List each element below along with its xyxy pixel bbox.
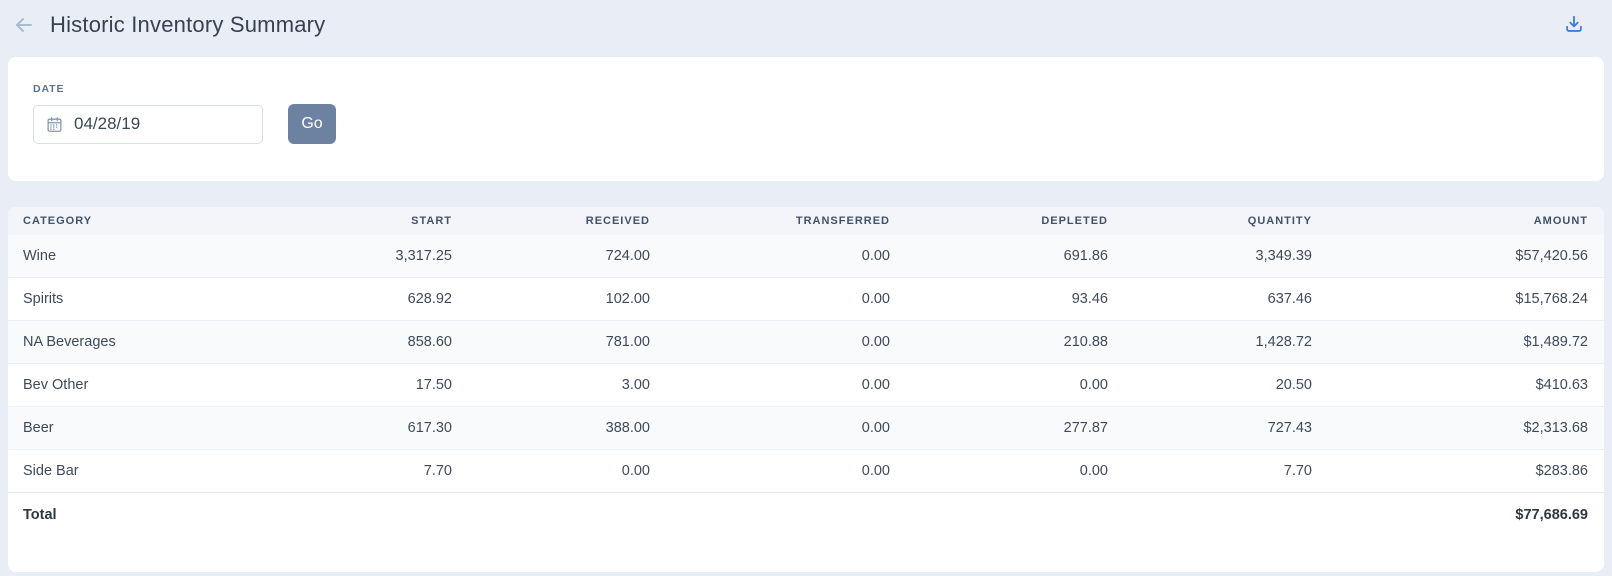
cell-amount: $15,768.24 bbox=[1312, 277, 1604, 321]
cell-start: 7.70 bbox=[258, 449, 452, 493]
cell-quantity: 727.43 bbox=[1108, 406, 1312, 450]
cell-depleted: 93.46 bbox=[890, 277, 1108, 321]
column-header-amount: AMOUNT bbox=[1312, 207, 1604, 235]
date-label: DATE bbox=[33, 83, 65, 95]
column-header-start: START bbox=[258, 207, 452, 235]
cell-depleted: 0.00 bbox=[890, 449, 1108, 493]
column-header-category: CATEGORY bbox=[8, 207, 258, 235]
cell-amount: $1,489.72 bbox=[1312, 320, 1604, 364]
cell-received: 388.00 bbox=[452, 406, 650, 450]
cell-transferred: 0.00 bbox=[650, 449, 890, 493]
cell-start: 858.60 bbox=[258, 320, 452, 364]
table-row-bev-other: Bev Other 17.50 3.00 0.00 0.00 20.50 $41… bbox=[8, 363, 1604, 407]
cell-category: NA Beverages bbox=[8, 320, 258, 364]
cell-amount: $57,420.56 bbox=[1515, 248, 1588, 264]
date-filter-card: DATE 04/28/19 Go bbox=[8, 57, 1604, 181]
cell-start: 628.92 bbox=[258, 277, 452, 321]
table-row-na-beverages: NA Beverages 858.60 781.00 0.00 210.88 1… bbox=[8, 320, 1604, 364]
cell-start: 617.30 bbox=[258, 406, 452, 450]
cell-quantity: 3,349.39 bbox=[1255, 248, 1312, 264]
total-label: Total bbox=[8, 492, 258, 537]
cell-received: 724.00 bbox=[605, 248, 650, 264]
inventory-table: CATEGORY START RECEIVED TRANSFERRED DEPL… bbox=[8, 207, 1604, 537]
table-row-wine: Wine 3,317.25 724.00 0.00 691.86 3,349.3… bbox=[8, 235, 1604, 278]
cell-start: 17.50 bbox=[258, 363, 452, 407]
table-row-side-bar: Side Bar 7.70 0.00 0.00 0.00 7.70 $283.8… bbox=[8, 449, 1604, 493]
table-total-row: Total $77,686.69 bbox=[8, 492, 1604, 537]
table-header-row: CATEGORY START RECEIVED TRANSFERRED DEPL… bbox=[8, 207, 1604, 235]
cell-depleted: 210.88 bbox=[890, 320, 1108, 364]
column-header-quantity: QUANTITY bbox=[1108, 207, 1312, 235]
cell-category: Bev Other bbox=[8, 363, 258, 407]
cell-received: 0.00 bbox=[452, 449, 650, 493]
cell-amount: $410.63 bbox=[1312, 363, 1604, 407]
table-row-spirits: Spirits 628.92 102.00 0.00 93.46 637.46 … bbox=[8, 277, 1604, 321]
cell-category: Wine bbox=[23, 248, 57, 264]
cell-depleted: 277.87 bbox=[890, 406, 1108, 450]
cell-transferred: 0.00 bbox=[650, 320, 890, 364]
column-header-depleted: DEPLETED bbox=[890, 207, 1108, 235]
cell-received: 781.00 bbox=[452, 320, 650, 364]
calendar-icon bbox=[46, 116, 63, 133]
cell-transferred: 0.00 bbox=[650, 277, 890, 321]
inventory-summary-card: CATEGORY START RECEIVED TRANSFERRED DEPL… bbox=[8, 207, 1604, 572]
cell-amount: $2,313.68 bbox=[1312, 406, 1604, 450]
back-arrow-icon bbox=[12, 13, 36, 37]
cell-depleted: 691.86 bbox=[1063, 248, 1108, 264]
back-button[interactable] bbox=[10, 11, 38, 39]
cell-start: 3,317.25 bbox=[395, 248, 452, 264]
cell-quantity: 1,428.72 bbox=[1108, 320, 1312, 364]
cell-received: 102.00 bbox=[452, 277, 650, 321]
column-header-received: RECEIVED bbox=[452, 207, 650, 235]
cell-category: Spirits bbox=[8, 277, 258, 321]
cell-quantity: 637.46 bbox=[1108, 277, 1312, 321]
cell-depleted: 0.00 bbox=[890, 363, 1108, 407]
cell-quantity: 20.50 bbox=[1108, 363, 1312, 407]
cell-transferred: 0.00 bbox=[650, 363, 890, 407]
column-header-transferred: TRANSFERRED bbox=[650, 207, 890, 235]
date-value: 04/28/19 bbox=[74, 114, 141, 133]
cell-transferred: 0.00 bbox=[861, 248, 890, 264]
download-button[interactable] bbox=[1560, 11, 1588, 39]
cell-received: 3.00 bbox=[452, 363, 650, 407]
table-row-beer: Beer 617.30 388.00 0.00 277.87 727.43 $2… bbox=[8, 406, 1604, 450]
cell-transferred: 0.00 bbox=[650, 406, 890, 450]
cell-amount: $283.86 bbox=[1312, 449, 1604, 493]
cell-category: Side Bar bbox=[8, 449, 258, 493]
page-title: Historic Inventory Summary bbox=[50, 12, 326, 37]
total-amount: $77,686.69 bbox=[1312, 492, 1604, 537]
go-button[interactable]: Go bbox=[288, 104, 336, 144]
cell-quantity: 7.70 bbox=[1108, 449, 1312, 493]
download-icon bbox=[1563, 14, 1585, 36]
cell-category: Beer bbox=[8, 406, 258, 450]
page-header: Historic Inventory Summary bbox=[0, 0, 1612, 50]
date-input[interactable]: 04/28/19 bbox=[33, 104, 263, 144]
